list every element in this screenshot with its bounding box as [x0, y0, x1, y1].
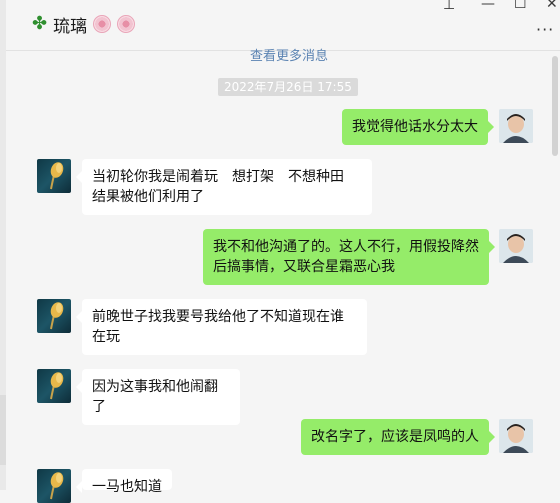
flower-avatar-icon	[50, 372, 64, 400]
chat-header: ✤ 琉璃 ⊥ — ☐ ✕ ···	[6, 0, 560, 51]
load-more-link[interactable]: 查看更多消息	[250, 45, 328, 64]
message-bubble-received[interactable]: 因为这事我和他闹翻了	[76, 369, 240, 425]
message-bubble-sent[interactable]: 我不和他沟通了的。这人不行，用假投降然后搞事情，又联合星霜恶心我	[203, 229, 495, 285]
flower-avatar-icon	[50, 302, 64, 330]
contact-avatar[interactable]	[37, 159, 71, 193]
cherry-blossom-icon	[93, 15, 112, 33]
chat-timestamp: 2022年7月26日 17:55	[218, 78, 358, 96]
chat-title-group: ✤ 琉璃	[32, 11, 136, 37]
chat-scrollbar[interactable]	[552, 56, 558, 156]
person-avatar-icon	[499, 109, 533, 143]
contact-avatar[interactable]	[37, 369, 71, 403]
left-panel-edge	[0, 0, 6, 490]
more-options-icon[interactable]: ···	[536, 20, 554, 39]
flower-avatar-icon	[50, 472, 64, 500]
flower-avatar-icon	[50, 162, 64, 190]
close-icon[interactable]: ✕	[546, 0, 558, 11]
four-leaf-clover-icon: ✤	[32, 13, 48, 34]
message-bubble-sent[interactable]: 我觉得他话水分太大	[342, 109, 494, 145]
cherry-blossom-icon	[117, 15, 136, 33]
my-avatar[interactable]	[499, 229, 533, 263]
left-panel-scroll-thumb[interactable]	[0, 395, 6, 465]
person-avatar-icon	[499, 419, 533, 453]
message-bubble-sent[interactable]: 改名字了，应该是凤鸣的人	[301, 419, 495, 455]
my-avatar[interactable]	[499, 419, 533, 453]
contact-avatar[interactable]	[37, 469, 71, 503]
minimize-icon[interactable]: —	[481, 0, 495, 11]
pin-icon[interactable]: ⊥	[443, 0, 455, 12]
my-avatar[interactable]	[499, 109, 533, 143]
message-bubble-received[interactable]: 一马也知道	[76, 469, 172, 495]
maximize-icon[interactable]: ☐	[514, 0, 527, 11]
contact-avatar[interactable]	[37, 299, 71, 333]
person-avatar-icon	[499, 229, 533, 263]
chat-title[interactable]: 琉璃	[53, 12, 87, 37]
message-bubble-received[interactable]: 前晚世子找我要号我给他了不知道现在谁在玩	[76, 299, 367, 355]
message-bubble-received[interactable]: 当初轮你我是闹着玩 想打架 不想种田 结果被他们利用了	[76, 159, 372, 215]
